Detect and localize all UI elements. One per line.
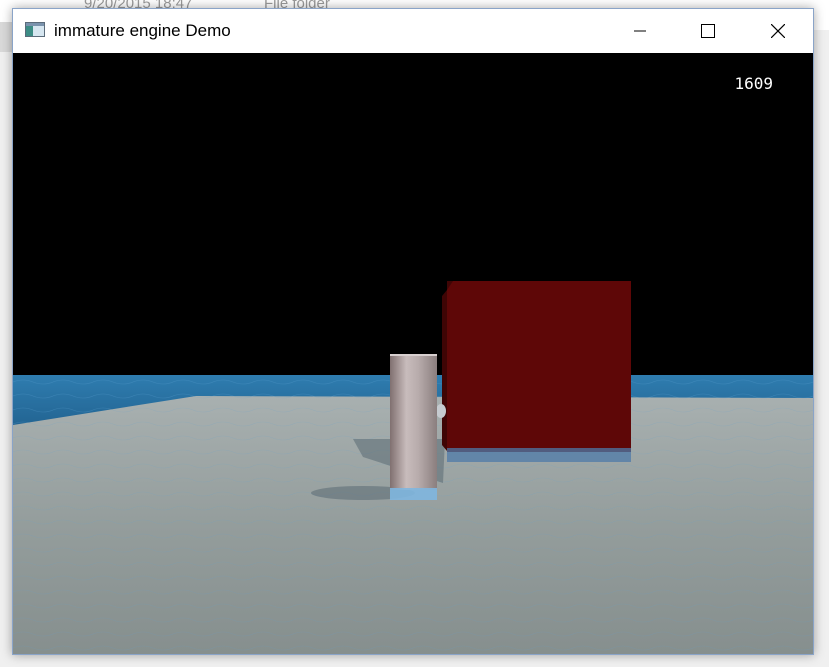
- cylinder: [390, 354, 437, 490]
- title-bar[interactable]: immature engine Demo: [13, 9, 813, 53]
- cube: [447, 281, 631, 452]
- sky: [13, 53, 813, 375]
- 3d-scene: [13, 53, 813, 654]
- close-button[interactable]: [755, 9, 801, 53]
- background-edge: [0, 22, 12, 52]
- cube-left-face: [442, 290, 447, 451]
- app-icon: [25, 22, 45, 37]
- maximize-button[interactable]: [685, 9, 731, 53]
- cube-reflection: [447, 448, 631, 462]
- cylinder-reflection: [390, 488, 437, 500]
- window-title: immature engine Demo: [54, 21, 231, 40]
- frame-counter: 1609: [734, 74, 773, 93]
- close-icon: [771, 24, 785, 38]
- minimize-icon: [634, 30, 646, 32]
- minimize-button[interactable]: [617, 9, 663, 53]
- maximize-icon: [701, 24, 715, 38]
- render-viewport[interactable]: 1609: [13, 53, 813, 654]
- app-window: immature engine Demo 1609: [12, 8, 814, 655]
